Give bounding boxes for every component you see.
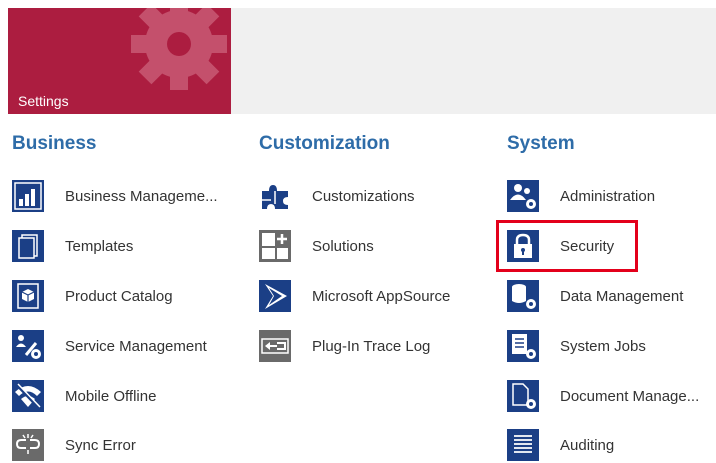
chart-icon <box>12 180 44 212</box>
appsource-icon <box>259 280 291 312</box>
product-catalog-label: Product Catalog <box>65 287 173 305</box>
microsoft-appsource-label: Microsoft AppSource <box>312 287 451 305</box>
microsoft-appsource-item[interactable]: Microsoft AppSource <box>259 278 450 314</box>
security-item[interactable]: Security <box>507 228 614 264</box>
system-header: System <box>507 133 575 154</box>
plug-in-trace-log-label: Plug-In Trace Log <box>312 337 431 355</box>
solution-icon <box>259 230 291 262</box>
document-icon <box>12 230 44 262</box>
service-management-item[interactable]: Service Management <box>12 328 207 364</box>
service-management-label: Service Management <box>65 337 207 355</box>
administration-label: Administration <box>560 187 656 205</box>
solutions-label: Solutions <box>312 237 374 255</box>
gear-icon <box>131 8 227 90</box>
data-management-item[interactable]: Data Management <box>507 278 683 314</box>
wrench-person-icon <box>12 330 44 362</box>
sync-error-item[interactable]: Sync Error <box>12 427 136 463</box>
jobs-gear-icon <box>507 330 539 362</box>
cube-icon <box>12 280 44 312</box>
mobile-offline-item[interactable]: Mobile Offline <box>12 378 156 414</box>
business-header: Business <box>12 133 97 154</box>
users-gear-icon <box>507 180 539 212</box>
auditing-item[interactable]: Auditing <box>507 427 614 463</box>
list-icon <box>507 429 539 461</box>
offline-icon <box>12 380 44 412</box>
sync-error-label: Sync Error <box>65 436 136 454</box>
system-jobs-label: System Jobs <box>560 337 646 355</box>
customizations-item[interactable]: Customizations <box>259 178 415 214</box>
document-management-item[interactable]: Document Manage... <box>507 378 699 414</box>
templates-label: Templates <box>65 237 134 255</box>
administration-item[interactable]: Administration <box>507 178 655 214</box>
lock-icon <box>507 230 539 262</box>
solutions-item[interactable]: Solutions <box>259 228 374 264</box>
customizations-label: Customizations <box>312 187 415 205</box>
templates-item[interactable]: Templates <box>12 228 133 264</box>
document-management-label: Document Manage... <box>560 387 700 405</box>
system-jobs-item[interactable]: System Jobs <box>507 328 646 364</box>
puzzle-icon <box>259 180 291 212</box>
security-label: Security <box>560 237 615 255</box>
database-gear-icon <box>507 280 539 312</box>
business-management-label: Business Manageme... <box>65 187 218 205</box>
product-catalog-item[interactable]: Product Catalog <box>12 278 173 314</box>
document-gear-icon <box>507 380 539 412</box>
data-management-label: Data Management <box>560 287 684 305</box>
trace-log-icon <box>259 330 291 362</box>
business-management-item[interactable]: Business Manageme... <box>12 178 218 214</box>
plug-in-trace-log-item[interactable]: Plug-In Trace Log <box>259 328 430 364</box>
customization-header: Customization <box>259 133 390 154</box>
broken-link-icon <box>12 429 44 461</box>
settings-tile[interactable]: Settings <box>8 8 231 114</box>
mobile-offline-label: Mobile Offline <box>65 387 157 405</box>
auditing-label: Auditing <box>560 436 615 454</box>
settings-tile-label: Settings <box>18 93 69 109</box>
